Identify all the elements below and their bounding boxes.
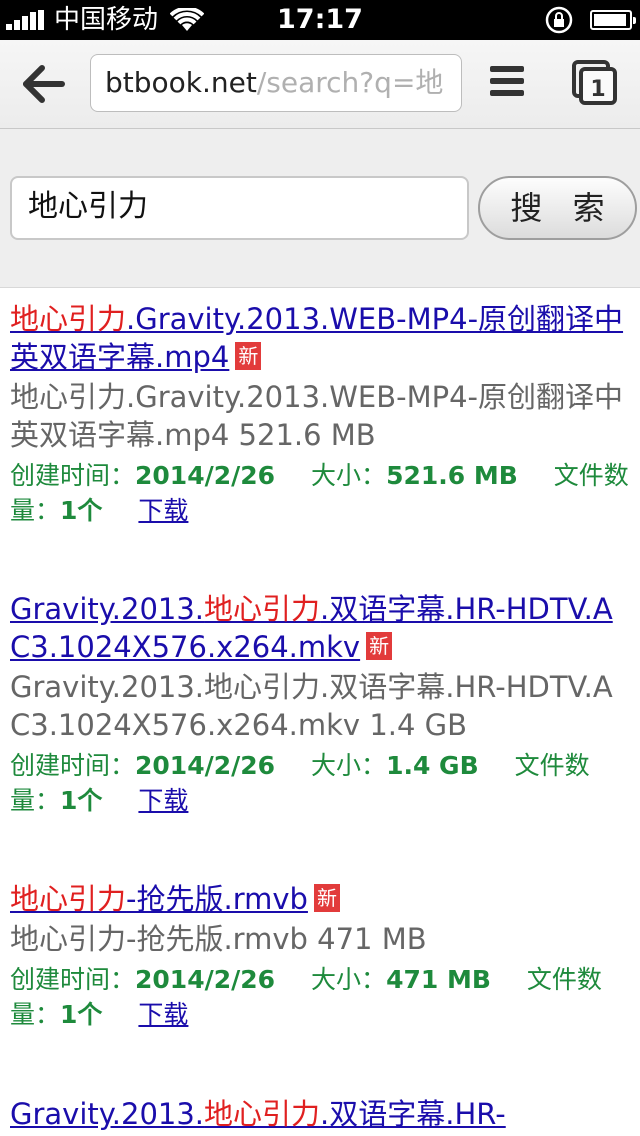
result-title-link[interactable]: Gravity.2013.地心引力.双语字幕.HR-	[10, 1095, 632, 1133]
browser-toolbar: btbook.net/search?q=地 1	[0, 40, 640, 129]
result-item: 地心引力.Gravity.2013.WEB-MP4-原创翻译中英双语字幕.mp4…	[10, 300, 632, 590]
tab-count: 1	[590, 77, 605, 102]
result-item: 地心引力-抢先版.rmvb 新 地心引力-抢先版.rmvb 471 MB 创建时间…	[10, 880, 632, 1095]
search-input[interactable]: 地心引力	[10, 176, 469, 240]
result-title-link[interactable]: 地心引力-抢先版.rmvb 新	[10, 880, 632, 918]
result-description: 地心引力.Gravity.2013.WEB-MP4-原创翻译中英双语字幕.mp4…	[10, 380, 624, 452]
result-description: 地心引力-抢先版.rmvb 471 MB	[10, 922, 427, 956]
new-badge: 新	[235, 342, 262, 370]
search-button[interactable]: 搜 索	[478, 176, 637, 240]
download-link[interactable]: 下载	[138, 786, 188, 815]
result-description: Gravity.2013.地心引力.双语字幕.HR-HDTV.AC3.1024X…	[10, 670, 613, 742]
url-bar[interactable]: btbook.net/search?q=地	[90, 54, 462, 112]
result-title-link[interactable]: Gravity.2013.地心引力.双语字幕.HR-HDTV.AC3.1024X…	[10, 590, 632, 666]
result-title-link[interactable]: 地心引力.Gravity.2013.WEB-MP4-原创翻译中英双语字幕.mp4…	[10, 300, 632, 376]
new-badge: 新	[366, 632, 393, 660]
results-list: 地心引力.Gravity.2013.WEB-MP4-原创翻译中英双语字幕.mp4…	[10, 300, 632, 1133]
download-link[interactable]: 下载	[138, 496, 188, 525]
battery-icon	[590, 10, 636, 30]
menu-icon[interactable]	[490, 66, 524, 100]
url-path: /search?q=地	[256, 66, 444, 99]
result-meta: 创建时间：2014/2/26 大小：471 MB 文件数量：1个 下载	[10, 965, 602, 1029]
back-arrow-icon[interactable]	[20, 60, 68, 108]
tabs-icon[interactable]: 1	[572, 60, 618, 106]
result-item: Gravity.2013.地心引力.双语字幕.HR-HDTV.AC3.1024X…	[10, 590, 632, 880]
search-area: 地心引力 搜 索	[0, 129, 640, 288]
download-link[interactable]: 下载	[138, 1000, 188, 1029]
result-meta: 创建时间：2014/2/26 大小：521.6 MB 文件数量：1个 下载	[10, 461, 629, 525]
rotation-lock-icon	[545, 6, 573, 34]
new-badge: 新	[313, 884, 340, 912]
result-meta: 创建时间：2014/2/26 大小：1.4 GB 文件数量：1个 下载	[10, 751, 590, 815]
result-item: Gravity.2013.地心引力.双语字幕.HR-	[10, 1095, 632, 1133]
status-bar: 中国移动 17:17	[0, 0, 640, 40]
url-host: btbook.net	[105, 66, 257, 99]
